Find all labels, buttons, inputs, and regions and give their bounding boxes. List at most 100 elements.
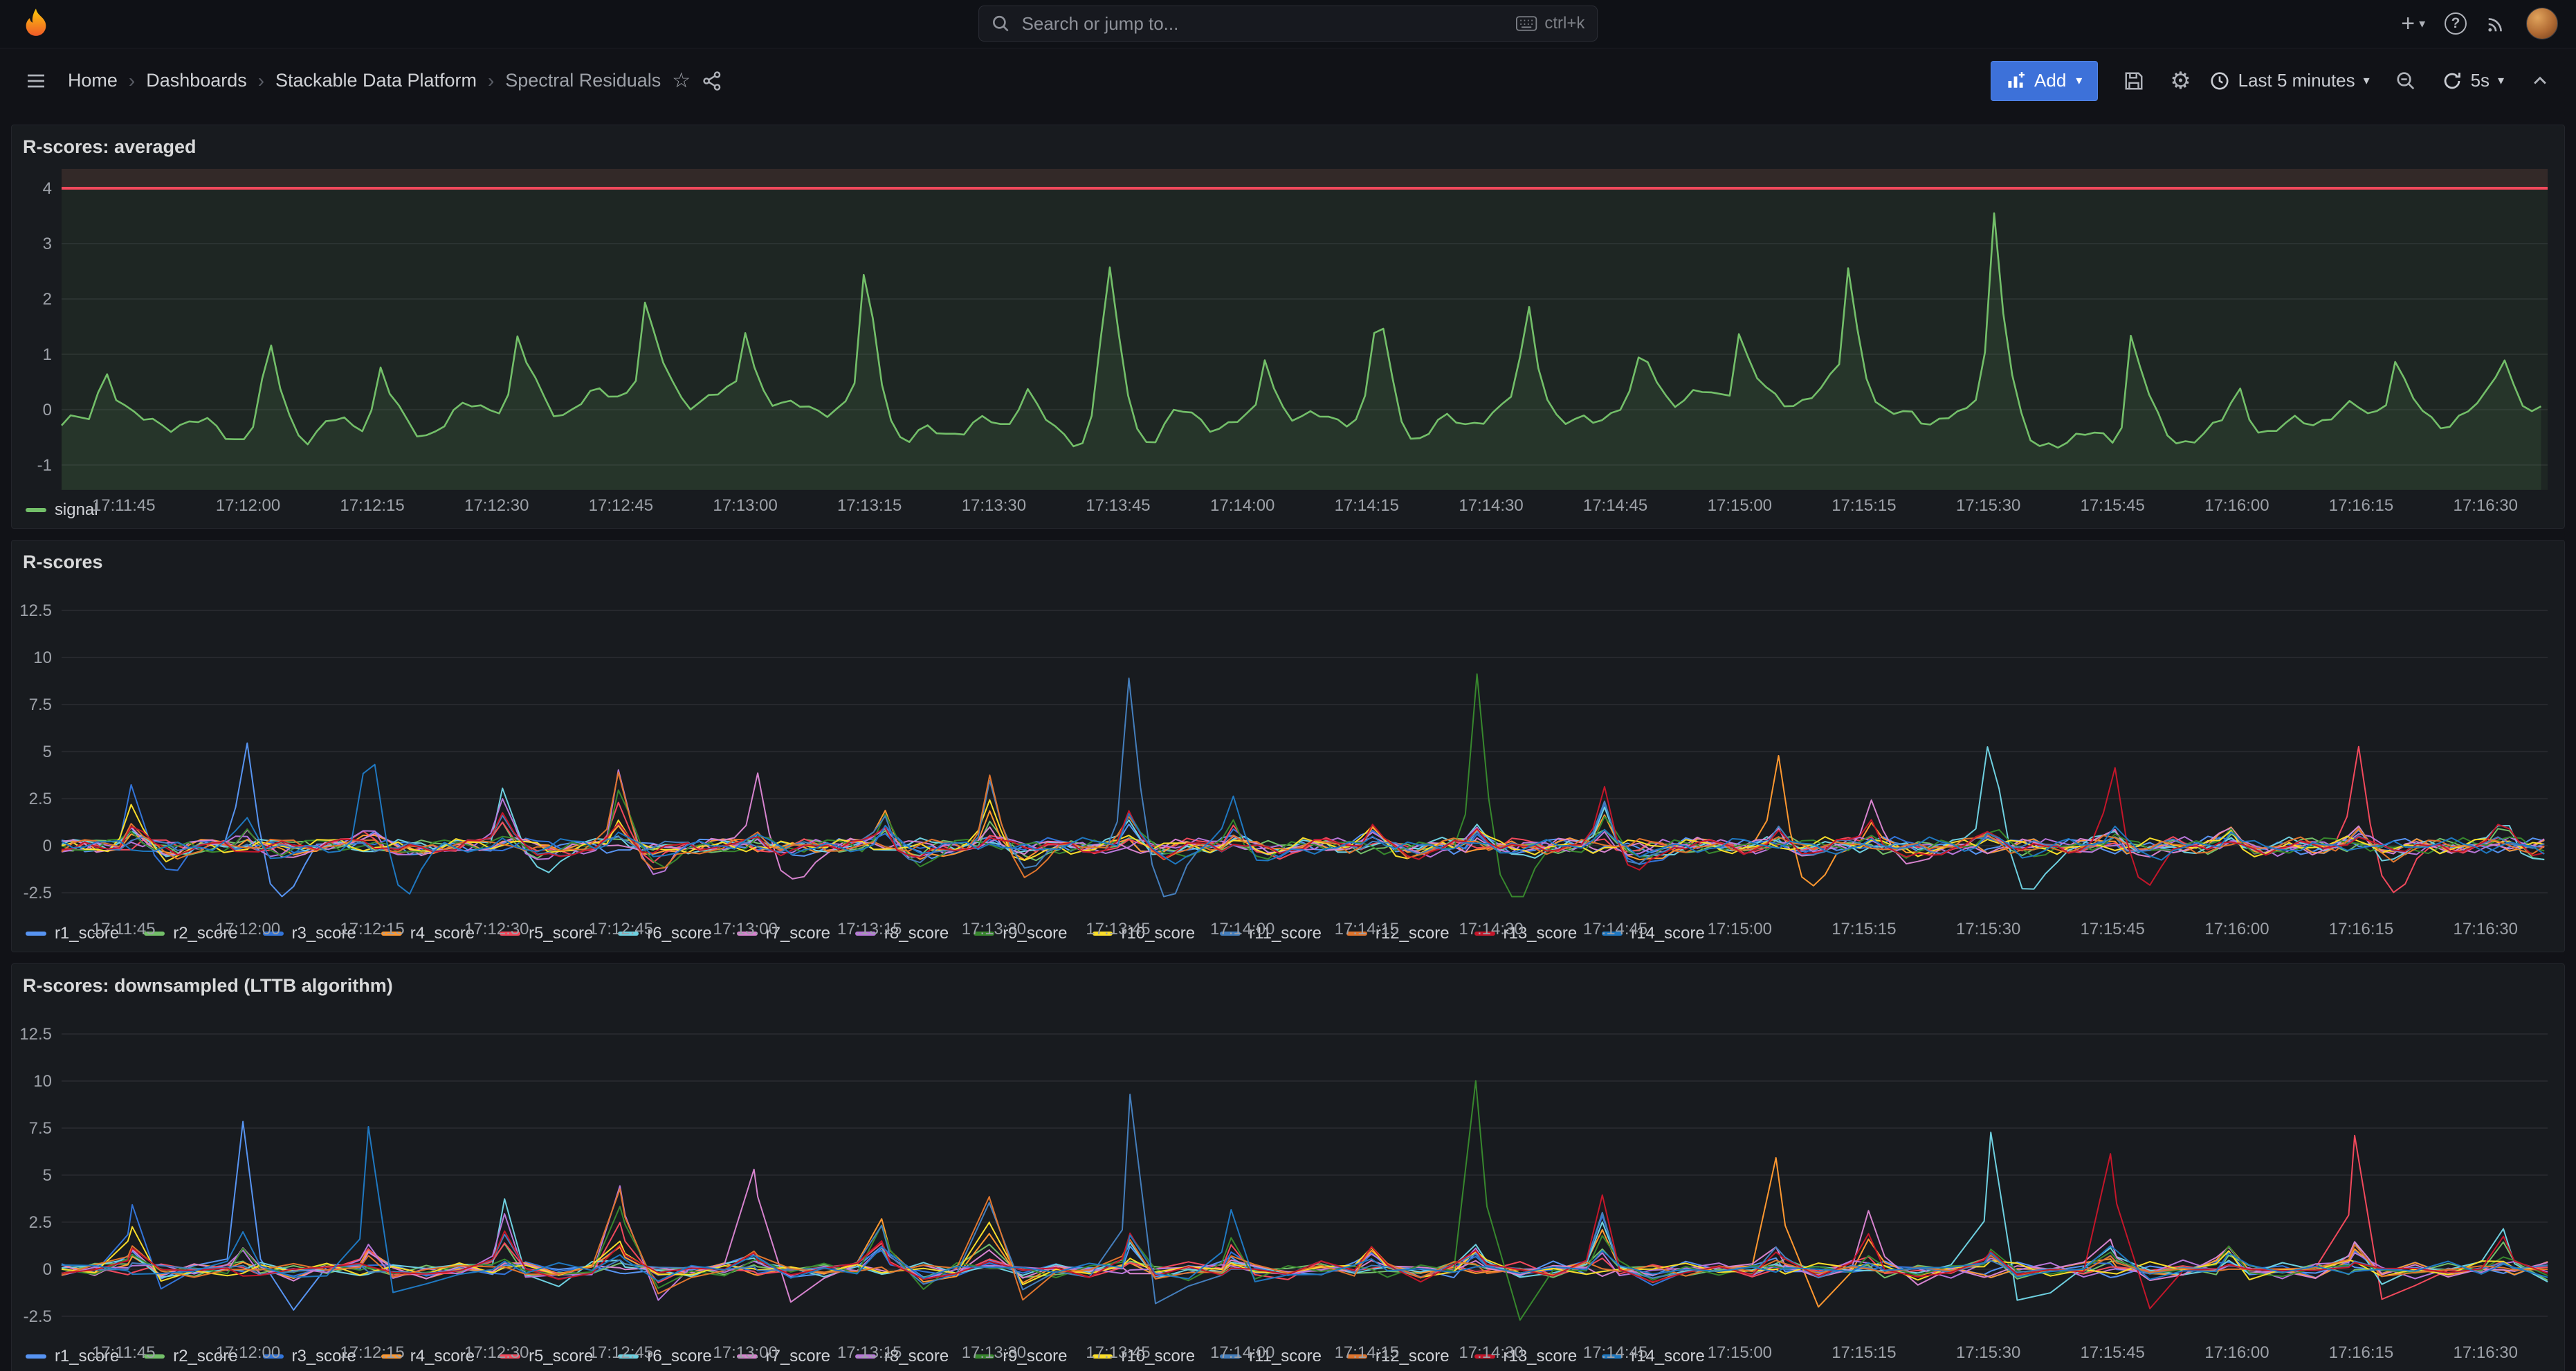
x-tick-label: 17:15:45 [2080, 496, 2144, 515]
x-tick-label: 17:15:30 [1956, 496, 2020, 515]
series-line-r7_score [62, 1169, 2548, 1302]
breadcrumb-separator: › [129, 70, 135, 92]
y-tick-label: -2.5 [24, 884, 52, 902]
add-button-label: Add [2034, 70, 2066, 91]
breadcrumb-separator: › [488, 70, 494, 92]
star-icon[interactable]: ☆ [672, 71, 691, 91]
x-tick-label: 17:14:30 [1459, 920, 1523, 938]
search-shortcut: ctrl+k [1515, 14, 1584, 33]
chart-canvas[interactable]: 43210-117:11:4517:12:0017:12:1517:12:301… [12, 161, 2564, 518]
gear-icon[interactable]: ⚙ [2170, 69, 2191, 93]
timeseries-chart[interactable]: 43210-117:11:4517:12:0017:12:1517:12:301… [12, 161, 2564, 498]
x-tick-label: 17:15:00 [1708, 1343, 1772, 1361]
x-tick-label: 17:12:00 [216, 496, 280, 515]
help-icon[interactable]: ? [2445, 12, 2467, 35]
y-tick-label: 12.5 [19, 601, 52, 620]
panel-r-scores-downsampled: R-scores: downsampled (LTTB algorithm) 1… [11, 963, 2565, 1371]
x-tick-label: 17:14:15 [1335, 496, 1399, 515]
refresh-picker[interactable]: 5s ▾ [2442, 70, 2504, 91]
series-line-r13_score [62, 768, 2544, 885]
time-range-picker[interactable]: Last 5 minutes ▾ [2209, 70, 2370, 91]
series-line-r8_score [62, 1186, 2548, 1300]
panel-title[interactable]: R-scores: averaged [12, 125, 2564, 161]
y-tick-label: 7.5 [29, 696, 52, 714]
y-tick-label: -2.5 [24, 1307, 52, 1325]
x-tick-label: 17:15:45 [2080, 1343, 2144, 1361]
x-tick-label: 17:15:00 [1708, 496, 1772, 515]
clock-icon [2209, 71, 2230, 91]
series-line-r11_score [62, 678, 2544, 897]
x-tick-label: 17:15:30 [1956, 920, 2020, 938]
x-tick-label: 17:12:30 [464, 1343, 529, 1361]
y-tick-label: 5 [43, 743, 52, 761]
series-line-r14_score [62, 764, 2544, 893]
x-tick-label: 17:13:45 [1086, 1343, 1150, 1361]
x-tick-label: 17:14:30 [1459, 1343, 1523, 1361]
breadcrumb-current: Spectral Residuals [505, 70, 661, 91]
x-tick-label: 17:16:00 [2204, 496, 2269, 515]
x-tick-label: 17:16:30 [2454, 920, 2518, 938]
toolbar-actions: Add ▾ ⚙ Last 5 minutes ▾ [1991, 61, 2558, 101]
x-tick-label: 17:16:30 [2454, 1343, 2518, 1361]
x-tick-label: 17:14:00 [1210, 1343, 1275, 1361]
y-tick-label: 0 [43, 401, 52, 419]
x-tick-label: 17:13:30 [962, 1343, 1026, 1361]
chevron-down-icon: ▾ [2419, 17, 2425, 31]
x-tick-label: 17:13:00 [713, 1343, 777, 1361]
chevron-down-icon: ▾ [2364, 73, 2370, 88]
x-tick-label: 17:16:00 [2204, 1343, 2269, 1361]
plus-icon: + [2401, 12, 2415, 35]
save-icon[interactable] [2116, 63, 2152, 99]
grafana-logo[interactable] [18, 6, 54, 42]
search-input[interactable]: Search or jump to... ctrl+k [978, 6, 1598, 42]
y-tick-label: 1 [43, 345, 52, 364]
chevron-up-icon[interactable] [2522, 63, 2558, 99]
add-button[interactable]: Add ▾ [1991, 61, 2098, 101]
x-tick-label: 17:14:45 [1583, 496, 1647, 515]
breadcrumb-folder[interactable]: Stackable Data Platform [275, 70, 477, 91]
chart-canvas[interactable]: 12.5107.552.50-2.517:11:4517:12:0017:12:… [12, 576, 2564, 941]
avatar[interactable] [2526, 8, 2558, 39]
panel-title[interactable]: R-scores: downsampled (LTTB algorithm) [12, 964, 2564, 999]
series-line-r4_score [62, 1157, 2548, 1307]
news-icon[interactable] [2486, 13, 2507, 34]
x-tick-label: 17:16:30 [2454, 496, 2518, 515]
y-tick-label: 7.5 [29, 1118, 52, 1137]
y-tick-label: 10 [33, 1071, 52, 1090]
menu-icon[interactable] [18, 63, 54, 99]
zoom-out-icon[interactable] [2388, 63, 2424, 99]
refresh-icon [2442, 71, 2463, 91]
x-tick-label: 17:14:15 [1335, 920, 1399, 938]
refresh-interval-label: 5s [2471, 70, 2490, 91]
x-tick-label: 17:15:00 [1708, 920, 1772, 938]
series-line-r9_score [62, 1080, 2548, 1320]
x-tick-label: 17:16:15 [2329, 1343, 2393, 1361]
share-icon[interactable] [702, 63, 722, 99]
x-tick-label: 17:14:30 [1459, 496, 1523, 515]
x-tick-label: 17:14:45 [1583, 1343, 1647, 1361]
series-line-r12_score [62, 1189, 2548, 1300]
y-tick-label: 0 [43, 837, 52, 855]
y-tick-label: 4 [43, 179, 52, 198]
panel-r-scores: R-scores 12.5107.552.50-2.517:11:4517:12… [11, 540, 2565, 952]
x-tick-label: 17:11:45 [92, 920, 156, 938]
y-tick-label: 10 [33, 648, 52, 667]
x-tick-label: 17:15:30 [1956, 1343, 2020, 1361]
y-tick-label: -1 [37, 456, 52, 475]
grafana-app: Search or jump to... ctrl+k + ▾ ? [0, 0, 2576, 1371]
breadcrumb-dashboards[interactable]: Dashboards [146, 70, 247, 91]
panel-title[interactable]: R-scores [12, 541, 2564, 576]
series-line-r5_score [62, 746, 2544, 892]
timeseries-chart[interactable]: 12.5107.552.50-2.517:11:4517:12:0017:12:… [12, 999, 2564, 1345]
add-panel-icon [2007, 72, 2025, 90]
x-tick-label: 17:15:15 [1831, 1343, 1896, 1361]
timeseries-chart[interactable]: 12.5107.552.50-2.517:11:4517:12:0017:12:… [12, 576, 2564, 921]
breadcrumb-home[interactable]: Home [68, 70, 118, 91]
y-tick-label: 12.5 [19, 1025, 52, 1044]
dashboard-grid: R-scores: averaged 43210-117:11:4517:12:… [0, 114, 2576, 1371]
chart-canvas[interactable]: 12.5107.552.50-2.517:11:4517:12:0017:12:… [12, 999, 2564, 1365]
new-button[interactable]: + ▾ [2401, 12, 2425, 35]
x-tick-label: 17:12:30 [464, 496, 529, 515]
panel-r-scores-averaged: R-scores: averaged 43210-117:11:4517:12:… [11, 125, 2565, 529]
series-line-r4_score [62, 756, 2544, 886]
